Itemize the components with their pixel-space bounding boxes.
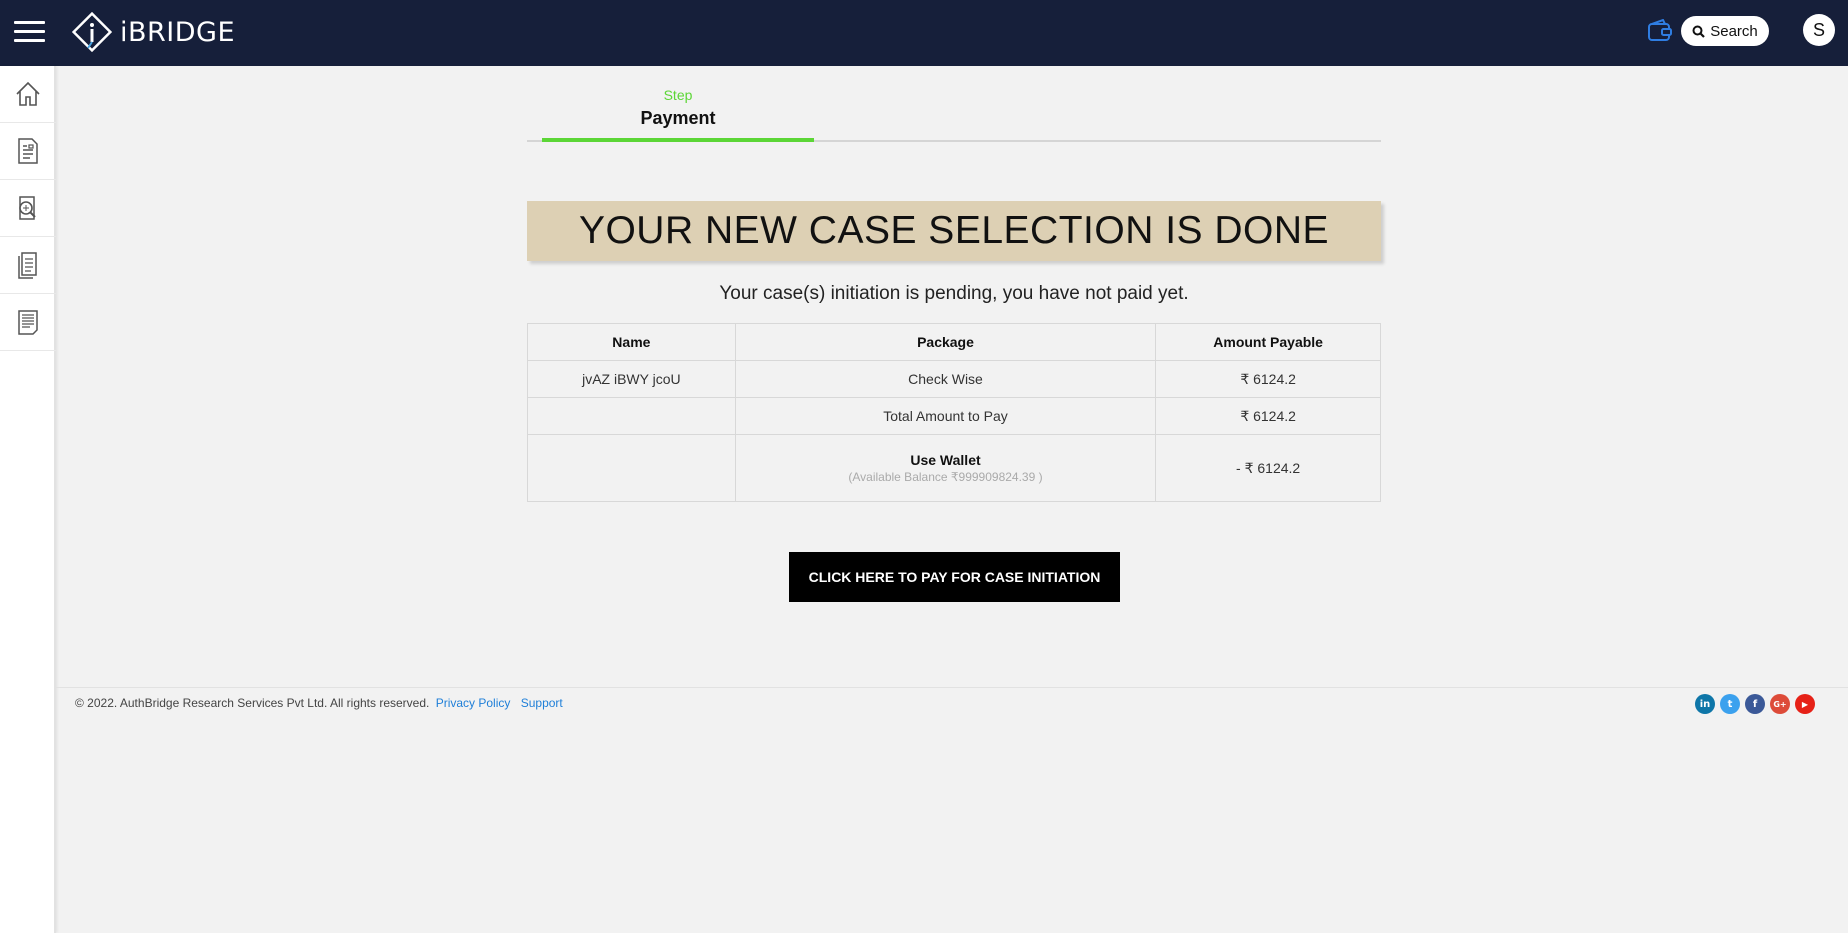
wallet-balance: (Available Balance ₹999909824.39 )	[848, 470, 1043, 484]
empty-cell	[527, 397, 736, 435]
sidebar-item-documents[interactable]	[0, 237, 56, 294]
sidebar-item-cases[interactable]	[0, 123, 56, 180]
search-button[interactable]: Search	[1681, 16, 1769, 46]
table-row: jvAZ iBWY jcoU Check Wise ₹ 6124.2	[527, 360, 1381, 398]
pending-message: Your case(s) initiation is pending, you …	[719, 283, 1189, 304]
sidebar-item-verification[interactable]	[0, 180, 56, 237]
wallet-row: Use Wallet (Available Balance ₹999909824…	[527, 434, 1381, 502]
ibridge-logo-icon	[72, 12, 112, 52]
use-wallet-label[interactable]: Use Wallet	[736, 452, 1156, 468]
table-header-row: Name Package Amount Payable	[527, 323, 1381, 361]
empty-cell	[527, 434, 736, 502]
pay-case-initiation-button[interactable]: CLICK HERE TO PAY FOR CASE INITIATION	[789, 552, 1120, 602]
candidate-name: jvAZ iBWY jcoU	[527, 360, 736, 398]
brand-name: iBRIDGE	[120, 16, 236, 48]
step-title: Payment	[640, 108, 716, 128]
sidebar	[0, 66, 56, 933]
social-links: in t f G+ ▶	[1695, 694, 1820, 714]
menu-icon[interactable]	[14, 21, 45, 43]
facebook-icon[interactable]: f	[1745, 694, 1765, 714]
total-row: Total Amount to Pay ₹ 6124.2	[527, 397, 1381, 435]
payment-table: Name Package Amount Payable jvAZ iBWY jc…	[527, 323, 1381, 502]
twitter-icon[interactable]: t	[1720, 694, 1740, 714]
support-link[interactable]: Support	[521, 696, 563, 710]
copyright-text: © 2022. AuthBridge Research Services Pvt…	[75, 696, 430, 710]
report-icon	[18, 310, 38, 335]
search-icon	[1692, 25, 1706, 38]
brand-logo[interactable]: iBRIDGE	[72, 12, 235, 52]
success-banner: YOUR NEW CASE SELECTION IS DONE	[527, 201, 1381, 261]
stepper-active-bar	[542, 138, 814, 142]
search-label: Search	[1710, 22, 1758, 40]
package-name: Check Wise	[734, 360, 1157, 398]
user-avatar[interactable]: S	[1803, 14, 1835, 46]
column-header-package: Package	[734, 323, 1157, 361]
total-label: Total Amount to Pay	[734, 397, 1157, 435]
amount-payable: ₹ 6124.2	[1155, 360, 1381, 398]
use-wallet-cell[interactable]: Use Wallet (Available Balance ₹999909824…	[734, 434, 1157, 502]
google-plus-icon[interactable]: G+	[1770, 694, 1790, 714]
home-icon	[16, 81, 40, 106]
linkedin-icon[interactable]: in	[1695, 694, 1715, 714]
document-icon	[18, 252, 37, 279]
case-list-icon	[18, 138, 38, 164]
footer-divider	[56, 687, 1848, 688]
youtube-icon[interactable]: ▶	[1795, 694, 1815, 714]
footer: © 2022. AuthBridge Research Services Pvt…	[75, 696, 563, 710]
verification-search-icon	[19, 196, 36, 220]
wallet-icon[interactable]	[1647, 19, 1673, 43]
column-header-name: Name	[527, 323, 736, 361]
column-header-amount: Amount Payable	[1155, 323, 1381, 361]
sidebar-item-reports[interactable]	[0, 294, 56, 351]
sidebar-item-home[interactable]	[0, 66, 56, 123]
top-navbar: iBRIDGE Search S	[0, 0, 1848, 66]
total-amount: ₹ 6124.2	[1155, 397, 1381, 435]
privacy-policy-link[interactable]: Privacy Policy	[436, 696, 511, 710]
step-label: Step	[663, 87, 693, 103]
wallet-deduction: - ₹ 6124.2	[1155, 434, 1381, 502]
